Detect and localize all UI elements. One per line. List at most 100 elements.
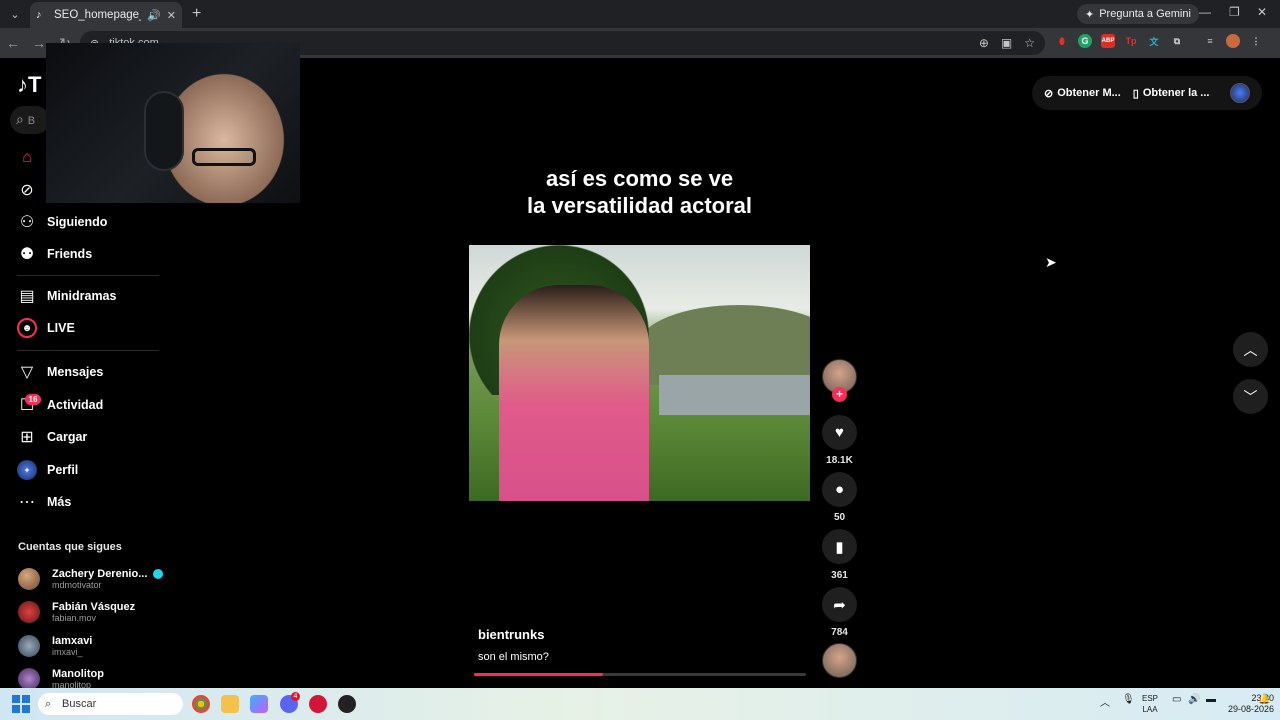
nav-profile-label: Perfil xyxy=(47,463,79,477)
video-wall xyxy=(659,375,810,415)
webcam-overlay xyxy=(46,43,300,203)
followed-account[interactable]: Zachery Derenio... mdmotivator xyxy=(18,564,168,594)
glasses xyxy=(192,148,256,166)
account-handle: imxavi_ xyxy=(52,646,83,657)
chevron-down-icon: ﹀ xyxy=(1243,388,1258,405)
browser-tab[interactable]: ♪ SEO_homepage_title 🔊 ✕ xyxy=(30,2,182,28)
nav-profile[interactable]: ✦ Perfil xyxy=(17,456,167,484)
nav-minidramas[interactable]: ▤ Minidramas xyxy=(17,282,167,310)
zoom-icon[interactable]: ⊕ xyxy=(979,36,989,50)
account-name: Zachery Derenio... xyxy=(52,567,148,580)
get-app-label: Obtener la ... xyxy=(1142,87,1210,99)
top-actions-bar: ⊘ Obtener M... ▯ Obtener la ... xyxy=(1032,76,1262,110)
speaker-icon[interactable]: 🔊 xyxy=(147,9,161,22)
headset xyxy=(144,91,184,171)
minidramas-icon: ▤ xyxy=(19,288,35,305)
nav-friends[interactable]: ⚉ Friends xyxy=(17,240,167,268)
video-progress-bar[interactable] xyxy=(474,673,806,676)
windows-taskbar: ⌕ Buscar 4 ︿ 🎙 ESP LAA ▭ 🔊 ▬ 23:30 29-08… xyxy=(0,688,1280,720)
video-caption: así es como se ve la versatilidad actora… xyxy=(469,165,810,219)
account-name: Manolitop xyxy=(52,667,104,680)
user-avatar[interactable] xyxy=(1230,83,1250,103)
obs-icon[interactable] xyxy=(338,695,356,713)
sound-avatar[interactable] xyxy=(822,643,857,678)
followed-account[interactable]: Fabián Vásquez fabian.mov xyxy=(18,597,168,627)
adblock-icon[interactable]: ABP xyxy=(1101,34,1115,48)
avatar xyxy=(18,635,40,657)
grammarly-icon[interactable]: G xyxy=(1078,34,1092,48)
microphone-icon[interactable]: 🎙 xyxy=(1122,694,1135,705)
follow-plus-button[interactable]: + xyxy=(832,387,847,402)
share-icon: ➦ xyxy=(833,596,846,614)
avatar xyxy=(18,668,40,690)
translate-icon[interactable]: 文 xyxy=(1147,34,1161,48)
back-button[interactable]: ← xyxy=(0,35,26,51)
new-tab-button[interactable]: + xyxy=(192,5,201,23)
close-tab-icon[interactable]: ✕ xyxy=(167,9,176,22)
input-language[interactable]: ESP LAA xyxy=(1142,693,1158,715)
search-icon: ⌕ xyxy=(45,698,52,710)
nav-more-label: Más xyxy=(47,495,72,509)
close-window-button[interactable]: ✕ xyxy=(1257,5,1267,19)
app-red-icon[interactable] xyxy=(309,695,327,713)
save-count: 361 xyxy=(831,570,848,581)
get-coins-button[interactable]: ⊘ Obtener M... xyxy=(1044,87,1121,100)
nav-more[interactable]: ⋯ Más xyxy=(17,488,167,516)
restore-button[interactable]: ❐ xyxy=(1229,5,1240,19)
extension-tp-icon[interactable]: Tp xyxy=(1124,34,1138,48)
gemini-button[interactable]: ✦ Pregunta a Gemini xyxy=(1077,4,1199,24)
nav-upload-label: Cargar xyxy=(47,430,88,444)
lang-line-1: ESP xyxy=(1142,694,1159,703)
sidebar-divider xyxy=(17,350,159,351)
video-author[interactable]: bientrunks xyxy=(478,627,544,642)
date: 29-08-2026 xyxy=(1228,704,1275,714)
like-button[interactable]: ♥ xyxy=(822,415,857,450)
tray-overflow-icon[interactable]: ︿ xyxy=(1100,694,1110,709)
previous-video-button[interactable]: ︿ xyxy=(1233,332,1268,367)
home-icon: ⌂ xyxy=(22,149,32,166)
start-button[interactable] xyxy=(12,695,30,713)
file-explorer-icon[interactable] xyxy=(221,695,239,713)
account-name: Fabián Vásquez xyxy=(52,600,136,613)
minimize-button[interactable]: — xyxy=(1199,5,1211,19)
media-control-icon[interactable]: ≡ xyxy=(1203,34,1217,48)
save-button[interactable]: ▮ xyxy=(822,529,857,564)
extensions-bar: ⬮ G ABP Tp 文 ⧉ ≡ ⋮ xyxy=(1055,34,1263,48)
video-player[interactable] xyxy=(469,245,810,501)
volume-icon[interactable]: 🔊 xyxy=(1188,694,1200,705)
profile-avatar-icon[interactable] xyxy=(1226,34,1240,48)
account-handle: fabian.mov xyxy=(52,612,97,623)
tiktok-logo[interactable]: ♪T xyxy=(17,72,41,98)
share-button[interactable]: ➦ xyxy=(822,587,857,622)
network-icon[interactable]: ▭ xyxy=(1172,694,1181,705)
taskbar-search[interactable]: ⌕ Buscar xyxy=(38,693,183,715)
extensions-puzzle-icon[interactable]: ⧉ xyxy=(1170,34,1184,48)
copilot-icon[interactable] xyxy=(250,695,268,713)
bookmark-star-icon[interactable]: ☆ xyxy=(1024,36,1035,50)
extension-red-icon[interactable]: ⬮ xyxy=(1055,34,1069,48)
nav-minidramas-label: Minidramas xyxy=(47,289,117,303)
gemini-label: Pregunta a Gemini xyxy=(1099,8,1191,20)
tiktok-note-icon: ♪ xyxy=(17,72,28,97)
followed-account[interactable]: Iamxavi imxavi_ xyxy=(18,631,168,661)
cast-icon[interactable]: ▣ xyxy=(1001,36,1012,50)
comment-button[interactable]: ● xyxy=(822,472,857,507)
nav-following[interactable]: ⚇ Siguiendo xyxy=(17,208,167,236)
search-input[interactable]: ⌕ B xyxy=(10,106,50,134)
notifications-icon[interactable]: 🔔 xyxy=(1258,694,1270,705)
activity-badge: 16 xyxy=(25,394,41,405)
chrome-taskbar-icon[interactable] xyxy=(192,695,210,713)
nav-friends-label: Friends xyxy=(47,247,93,261)
avatar xyxy=(18,568,40,590)
get-app-button[interactable]: ▯ Obtener la ... xyxy=(1133,87,1210,100)
search-placeholder: B xyxy=(27,115,36,127)
nav-messages[interactable]: ▽ Mensajes xyxy=(17,358,167,386)
next-video-button[interactable]: ﹀ xyxy=(1233,379,1268,414)
video-progress-fill xyxy=(474,673,604,676)
battery-icon[interactable]: ▬ xyxy=(1206,694,1216,705)
account-handle: mdmotivator xyxy=(52,579,102,590)
nav-live[interactable]: ☻ LIVE xyxy=(17,314,167,342)
browser-menu-icon[interactable]: ⋮ xyxy=(1249,34,1263,48)
nav-upload[interactable]: ⊞ Cargar xyxy=(17,423,167,451)
tab-search-button[interactable]: ⌄ xyxy=(4,3,26,25)
